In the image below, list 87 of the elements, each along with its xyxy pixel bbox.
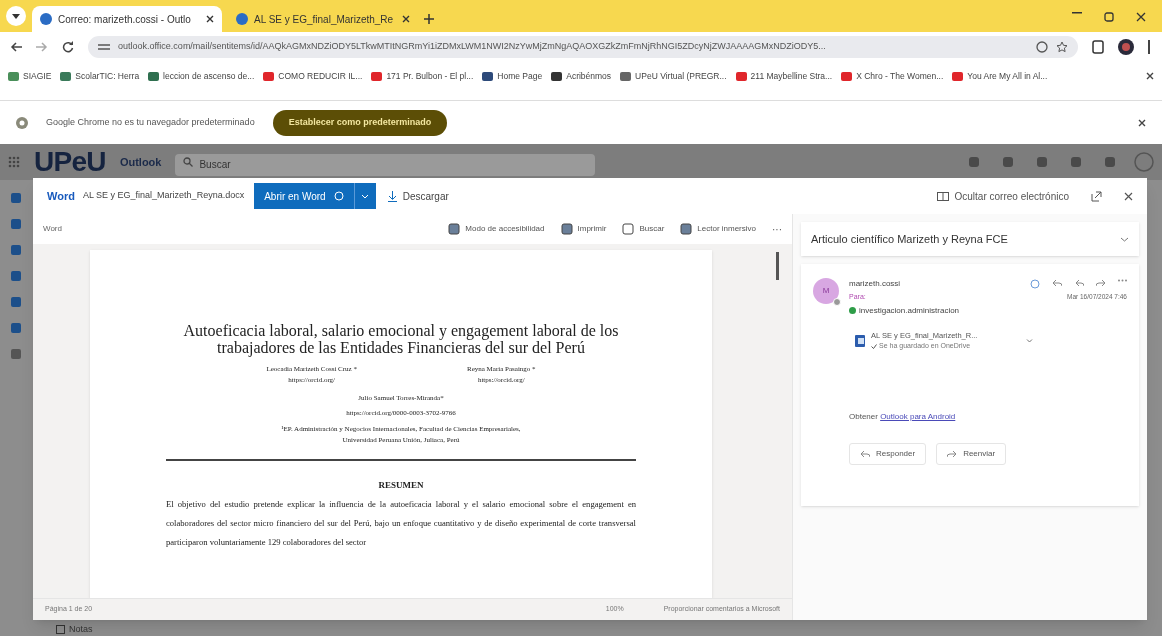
reply-icon xyxy=(860,449,870,458)
close-icon xyxy=(402,15,410,23)
bookmark[interactable]: You Are My All in Al... xyxy=(952,69,1048,83)
restore-icon xyxy=(1104,12,1114,22)
nav-item[interactable]: Notas xyxy=(56,623,93,636)
sender-name: marizeth.cossi xyxy=(849,278,902,290)
toolbar-button[interactable]: Modo de accesibilidad xyxy=(448,223,545,235)
browser-tab[interactable]: Correo: marizeth.cossi - Outlo xyxy=(32,6,222,32)
bookmark[interactable]: ScolarTIC: Herra xyxy=(60,69,140,83)
panel-icon xyxy=(936,191,949,201)
close-icon xyxy=(1146,72,1154,80)
toolbar-button[interactable]: Lector inmersivo xyxy=(680,223,756,235)
subject-header[interactable]: Articulo científico Marizeth y Reyna FCE xyxy=(801,222,1139,256)
reload-icon xyxy=(62,41,74,53)
chevron-icon xyxy=(1120,236,1129,242)
bookmark[interactable]: Home Page xyxy=(482,69,543,83)
toolbar-button[interactable]: Imprimir xyxy=(560,223,607,235)
abstract-paragraph: El objetivo del estudio pretende explicar la influencia de la autoeficacia laboral y el salario emocional sobre el engagement en colaboradores del sector micro financiero del sur del Perú, bajo un enfoque cuantitativo y de diseño experimental de corte transversal participaron voluntariamente 129 colaboradores del sector xyxy=(166,497,636,549)
section-heading: RESUMEN xyxy=(378,479,424,492)
plus-icon xyxy=(424,14,434,24)
app-name: Outlook xyxy=(119,154,162,170)
chevron-icon xyxy=(1026,338,1033,343)
document-title: Autoeficacia laboral, salario emocional y engagement laboral de los trabajadores de las Entidades Financieras del sur del Perú xyxy=(182,322,620,356)
caret-icon xyxy=(12,13,20,19)
recipient-name: investigacion.administracion xyxy=(859,304,960,317)
url-text: outlook.office.com/mail/sentitems/id/AAQkAGMxNDZiODY5LTkwMTItNGRmYi1iZDMxLWM1NWI2NzYwMjZmNgAQAOXGZkZmFmNjRhNGI5ZDcyNjZWJAAAAGMxNDZiODY5... xyxy=(118,40,827,54)
forward-icon xyxy=(36,42,48,52)
file-name: AL SE y EG_final_Marizeth_Reyna.docx xyxy=(82,189,245,203)
address-bar[interactable]: outlook.office.com/mail/sentitems/id/AAQkAGMxNDZiODY5LTkwMTItNGRmYi1iZDMxLWM1NWI2NzYwMjZmNgAQAOXGZkZmFmNjRhNGI5ZDcyNjZWJAAAAGMxNDZiODY5... xyxy=(88,36,1078,58)
popout-icon xyxy=(1091,190,1102,202)
close-icon xyxy=(1124,191,1133,201)
recipient-status-icon xyxy=(849,307,856,314)
get-app-text: Obtener Outlook para Android xyxy=(849,410,957,423)
reply-all-icon xyxy=(1074,279,1084,287)
bookmark[interactable]: SIAGIE xyxy=(8,69,52,83)
more-icon xyxy=(1118,279,1127,282)
globe-icon xyxy=(40,13,52,25)
bookmark[interactable]: X Chro - The Women... xyxy=(841,69,944,83)
word-file-icon xyxy=(855,334,865,347)
bookmark[interactable]: Acribénmos xyxy=(551,69,612,83)
forward-icon xyxy=(1096,279,1106,287)
app-label: Word xyxy=(47,188,75,204)
reply-icon xyxy=(1052,279,1062,287)
upeu-logo: UPeU xyxy=(34,145,106,179)
set-default-button[interactable]: Establecer como predeterminado xyxy=(272,109,448,136)
bookmark[interactable]: 211 Maybelline Stra... xyxy=(735,69,833,83)
presence-icon xyxy=(833,298,841,306)
android-app-link[interactable]: Outlook para Android xyxy=(880,411,956,421)
bookmark[interactable]: UPeU Virtual (PREGR... xyxy=(620,69,727,83)
download-button[interactable]: Descargar xyxy=(387,188,449,204)
reply-action-button[interactable]: Responder xyxy=(849,442,927,465)
notes-icon xyxy=(56,625,65,635)
install-icon xyxy=(1036,41,1048,53)
close-icon xyxy=(206,15,214,23)
check-icon xyxy=(871,343,877,349)
close-icon xyxy=(1138,118,1146,127)
search-field[interactable]: Buscar xyxy=(175,153,596,176)
close-icon xyxy=(1136,12,1146,22)
menu-icon xyxy=(1148,40,1152,54)
info-icon xyxy=(333,191,344,201)
extensions-icon xyxy=(1092,40,1104,54)
chevron-icon xyxy=(361,193,370,199)
browser-tab[interactable]: AL SE y EG_final_Marizeth_Re xyxy=(228,6,418,32)
avatar: M xyxy=(813,278,839,304)
chrome-icon xyxy=(16,116,28,129)
minimize-icon xyxy=(1072,12,1082,14)
toolbar-label: Word xyxy=(43,223,62,235)
bookmark[interactable]: COMO REDUCIR IL... xyxy=(263,69,363,83)
app-launcher-icon xyxy=(8,156,20,168)
tab-menu-button[interactable] xyxy=(6,6,26,26)
profile-icon xyxy=(1118,39,1134,55)
open-in-word-button[interactable]: Abrir en Word xyxy=(254,183,354,209)
emoji-icon xyxy=(1030,279,1040,289)
site-settings-icon xyxy=(98,42,110,52)
reply-action-button[interactable]: Reenviar xyxy=(936,442,1007,465)
download-icon xyxy=(387,190,397,202)
toolbar-button[interactable]: Buscar xyxy=(622,223,665,235)
forward-icon xyxy=(947,449,958,458)
back-icon xyxy=(10,42,22,52)
globe-icon xyxy=(236,13,248,25)
avatar-icon xyxy=(1134,152,1154,172)
bookmark[interactable]: leccion de ascenso de... xyxy=(148,69,255,83)
infobar-message: Google Chrome no es tu navegador predeterminado xyxy=(46,115,255,129)
bookmark[interactable]: 171 Pr. Bulbon - El pl... xyxy=(371,69,474,83)
more-button[interactable]: ··· xyxy=(772,221,782,237)
star-icon xyxy=(1056,41,1068,53)
hide-email-button[interactable]: Ocultar correo electrónico xyxy=(936,188,1069,204)
